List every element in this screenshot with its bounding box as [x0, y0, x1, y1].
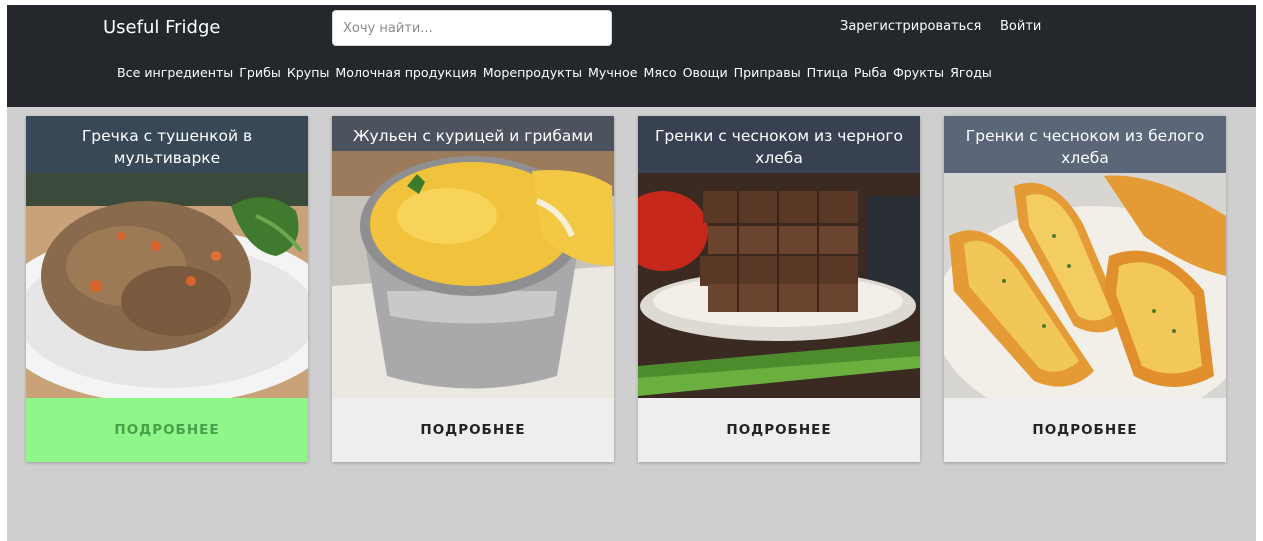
category-mushrooms[interactable]: Грибы [239, 65, 281, 81]
login-link[interactable]: Войти [1000, 19, 1041, 35]
recipe-title: Гренки с чесноком из белого хлеба [944, 116, 1226, 173]
category-poultry[interactable]: Птица [807, 65, 848, 81]
category-nav: Все ингредиенты Грибы Крупы Молочная про… [117, 65, 1157, 81]
category-fish[interactable]: Рыба [854, 65, 887, 81]
more-button[interactable]: ПОДРОБНЕЕ [638, 398, 920, 462]
brand-logo-link[interactable]: Useful Fridge [103, 17, 220, 39]
category-flour[interactable]: Мучное [588, 65, 637, 81]
julienne-photo[interactable] [332, 116, 614, 398]
top-navbar: Useful Fridge Зарегистрироваться Войти В… [7, 5, 1256, 107]
recipe-card: Гренки с чесноком из черного хлеба ПОДРО… [638, 116, 920, 462]
category-all-ingredients[interactable]: Все ингредиенты [117, 65, 233, 81]
category-fruits[interactable]: Фрукты [893, 65, 944, 81]
recipe-card: Гренки с чесноком из белого хлеба ПОДРОБ… [944, 116, 1226, 462]
category-dairy[interactable]: Молочная продукция [335, 65, 476, 81]
category-grains[interactable]: Крупы [287, 65, 330, 81]
category-vegetables[interactable]: Овощи [683, 65, 728, 81]
more-button[interactable]: ПОДРОБНЕЕ [944, 398, 1226, 462]
category-spices[interactable]: Приправы [734, 65, 801, 81]
search-input[interactable] [332, 10, 612, 46]
category-seafood[interactable]: Морепродукты [483, 65, 582, 81]
more-button[interactable]: ПОДРОБНЕЕ [332, 398, 614, 462]
recipe-title: Гренки с чесноком из черного хлеба [638, 116, 920, 173]
recipe-card: Гречка с тушенкой в мультиварке ПОДРОБНЕ… [26, 116, 308, 462]
category-meat[interactable]: Мясо [644, 65, 677, 81]
recipe-card: Жульен с курицей и грибами ПОДРОБНЕЕ [332, 116, 614, 462]
more-button[interactable]: ПОДРОБНЕЕ [26, 398, 308, 462]
recipe-title: Гречка с тушенкой в мультиварке [26, 116, 308, 173]
page-frame: Useful Fridge Зарегистрироваться Войти В… [7, 5, 1256, 541]
register-link[interactable]: Зарегистрироваться [840, 19, 981, 35]
recipe-title: Жульен с курицей и грибами [332, 116, 614, 151]
category-berries[interactable]: Ягоды [950, 65, 992, 81]
